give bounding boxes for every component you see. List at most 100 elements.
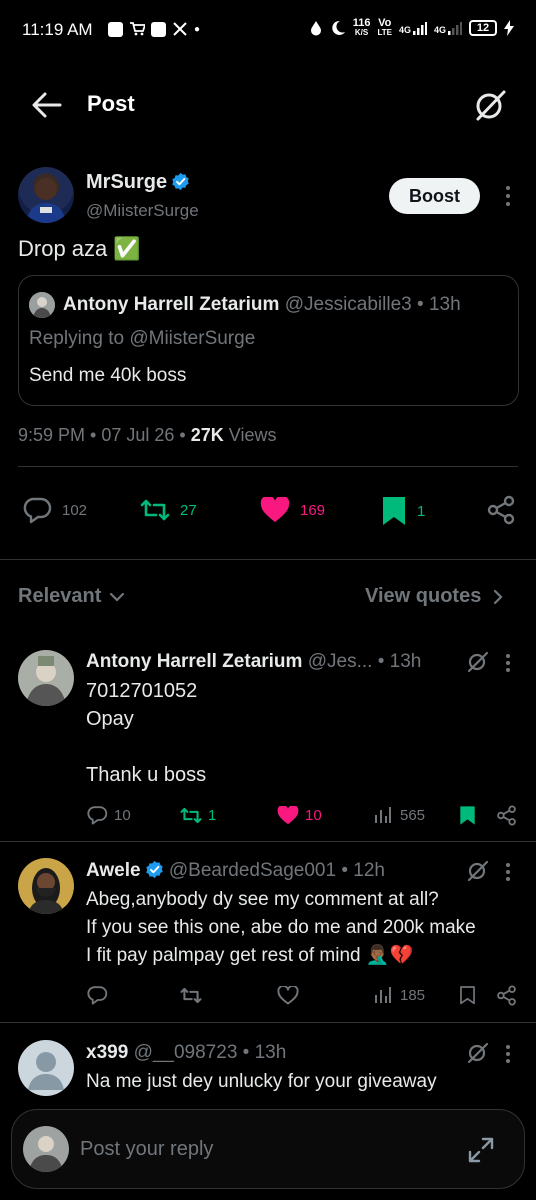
reply-author-name[interactable]: Awele [86, 860, 141, 881]
views-count: 185 [400, 986, 426, 1004]
signal-1: 4G [399, 21, 427, 35]
view-quotes-link[interactable]: View quotes [365, 585, 503, 608]
reply-author-handle[interactable]: @Jes... [308, 651, 373, 672]
reply-action[interactable]: 102 [22, 496, 87, 524]
reply-author-handle[interactable]: @BeardedSage001 [169, 860, 336, 881]
heart-icon [277, 806, 299, 825]
reply-line: If you see this one, abe do me and 200k … [86, 917, 476, 938]
signal-icon-2 [448, 22, 462, 35]
charging-icon [504, 20, 514, 36]
views-count: 565 [400, 806, 426, 824]
reply-line: 7012701052 [86, 680, 198, 702]
page-title: Post [87, 91, 135, 116]
reply-header: Awele @BeardedSage001 • 12h [86, 860, 385, 881]
quote-avatar [29, 292, 55, 318]
divider [18, 466, 518, 467]
post-text: Drop aza ✅ [18, 236, 141, 261]
divider [0, 841, 536, 842]
own-avatar [23, 1126, 69, 1172]
bookmark-icon[interactable] [459, 805, 476, 826]
author-handle[interactable]: @MiisterSurge [86, 201, 199, 221]
repost-count: 1 [208, 807, 217, 824]
default-avatar-icon [28, 1052, 64, 1090]
expand-icon[interactable] [467, 1136, 495, 1164]
reply-action[interactable]: 10 [86, 805, 131, 825]
view-quotes-label: View quotes [365, 585, 482, 607]
repost-action[interactable]: 27 [140, 497, 197, 523]
analytics-icon [375, 807, 391, 823]
views-action[interactable]: 565 [374, 806, 425, 824]
reply-time: 13h [254, 1042, 287, 1063]
author-avatar[interactable] [18, 167, 74, 223]
reply-avatar[interactable] [18, 1040, 74, 1096]
reply-icon[interactable] [86, 985, 108, 1005]
boost-button[interactable]: Boost [389, 178, 480, 214]
bookmark-count: 1 [417, 502, 426, 520]
reply-author-name[interactable]: Antony Harrell Zetarium [86, 651, 302, 672]
grok-icon[interactable] [466, 650, 490, 674]
like-count: 10 [305, 807, 322, 824]
dot-icon: ● [194, 23, 201, 35]
quoted-post[interactable]: Antony Harrell Zetarium @Jessicabille3 •… [18, 275, 519, 406]
more-options-icon[interactable] [505, 862, 511, 882]
heart-icon[interactable] [277, 986, 299, 1005]
reply-avatar[interactable] [18, 858, 74, 914]
volte-indicator: Vo LTE [377, 17, 392, 38]
app-notification-icon [108, 21, 123, 37]
bookmark-icon[interactable] [459, 985, 476, 1006]
like-action[interactable]: 169 [260, 497, 325, 523]
reply-avatar[interactable] [18, 650, 74, 706]
reply-line: I fit pay palmpay get rest of mind 🤦🏾‍♂️… [86, 945, 414, 966]
status-time: 11:19 AM [22, 20, 93, 39]
reply-composer[interactable]: Post your reply [11, 1109, 525, 1189]
verified-badge-icon [172, 172, 189, 191]
sort-label: Relevant [18, 585, 102, 607]
repost-icon [180, 807, 202, 824]
reply-header: x399 @__098723 • 13h [86, 1042, 287, 1063]
reply-input[interactable]: Post your reply [80, 1138, 213, 1161]
app-notification-icon-2 [151, 21, 166, 37]
bookmark-action[interactable]: 1 [381, 496, 425, 526]
quote-replying-to: Replying to @MiisterSurge [29, 328, 256, 349]
more-options-icon[interactable] [505, 1044, 511, 1064]
reply-time: 13h [389, 651, 422, 672]
reply-time: 12h [353, 860, 385, 881]
grok-icon[interactable] [466, 859, 490, 883]
quote-author-name: Antony Harrell Zetarium [63, 294, 280, 315]
reply-author-handle[interactable]: @__098723 [134, 1042, 238, 1063]
quote-text: Send me 40k boss [29, 365, 187, 386]
sort-dropdown[interactable]: Relevant [18, 585, 125, 608]
more-options-icon[interactable] [505, 185, 511, 207]
data-saver-icon [310, 21, 321, 36]
x-logo-icon [173, 22, 187, 36]
grok-icon[interactable] [466, 1041, 490, 1065]
like-action[interactable]: 10 [277, 806, 322, 825]
reply-line: Opay [86, 708, 134, 730]
grok-icon[interactable] [472, 88, 508, 124]
repost-count: 27 [180, 501, 197, 519]
author-name[interactable]: MrSurge [86, 171, 167, 193]
chevron-right-icon [494, 589, 503, 604]
views-action[interactable]: 185 [374, 986, 425, 1004]
reply-author-name[interactable]: x399 [86, 1042, 128, 1063]
share-icon[interactable] [486, 495, 516, 525]
repost-icon[interactable] [180, 986, 202, 1005]
repost-action[interactable]: 1 [180, 806, 216, 825]
divider [0, 1022, 536, 1023]
post-timestamp: 9:59 PM • 07 Jul 26 • [18, 425, 186, 445]
share-icon[interactable] [496, 805, 517, 826]
share-icon[interactable] [496, 985, 517, 1006]
battery-icon: 12 [469, 20, 497, 36]
author-name-row[interactable]: MrSurge [86, 171, 190, 194]
status-right-icons: 116 K/S Vo LTE 4G 4G 12 [309, 18, 514, 38]
back-arrow-icon[interactable] [30, 90, 64, 120]
more-options-icon[interactable] [505, 653, 511, 673]
reply-line: Na me just dey unlucky for your giveaway [86, 1071, 437, 1092]
views-count: 27K [190, 425, 224, 445]
quote-time: 13h [428, 294, 461, 315]
reply-count: 10 [114, 806, 131, 824]
moon-icon [331, 20, 345, 35]
signal-2: 4G [434, 21, 462, 35]
repost-icon [140, 499, 170, 521]
divider [0, 559, 536, 560]
